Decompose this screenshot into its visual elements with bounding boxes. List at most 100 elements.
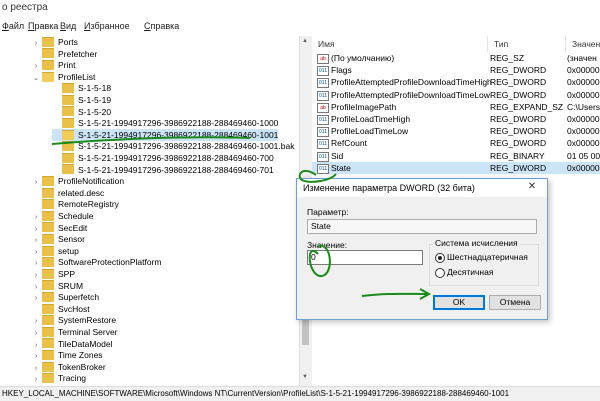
tree-item[interactable]: › setup bbox=[32, 245, 79, 257]
tree-item[interactable]: › Ports bbox=[32, 36, 78, 48]
folder-icon bbox=[42, 268, 54, 279]
tree-item-label: ProfileList bbox=[58, 71, 96, 82]
value-name: (По умолчанию) bbox=[331, 53, 395, 63]
close-icon[interactable]: ✕ bbox=[523, 181, 541, 193]
radio-hexadecimal[interactable] bbox=[435, 253, 445, 263]
value-data-input[interactable]: 0 bbox=[307, 250, 423, 265]
tree-item[interactable]: › SRUM bbox=[32, 280, 83, 292]
column-header-name[interactable]: Имя bbox=[312, 36, 488, 52]
tree-item[interactable]: ⌄ ProfileList bbox=[32, 71, 95, 83]
registry-value-row[interactable]: ab (По умолчанию) REG_SZ (значен bbox=[312, 52, 600, 64]
tree-item[interactable]: S-1-5-21-1994917296-3986922188-288469460… bbox=[52, 140, 294, 152]
tree-item[interactable]: › ProfileNotification bbox=[32, 175, 124, 187]
registry-value-row[interactable]: ab ProfileImagePath REG_EXPAND_SZ C:\Users bbox=[312, 101, 600, 113]
window-titlebar: о реестра bbox=[0, 0, 600, 18]
tree-item[interactable]: S-1-5-21-1994917296-3986922188-288469460… bbox=[52, 128, 279, 141]
tree-item-label: S-1-5-18 bbox=[78, 83, 112, 94]
tree-item[interactable]: S-1-5-21-1994917296-3986922188-288469460… bbox=[52, 117, 278, 129]
value-name: RefCount bbox=[331, 138, 367, 149]
menu-help[interactable]: Справка bbox=[144, 21, 179, 31]
folder-icon bbox=[42, 303, 54, 314]
window-title: о реестра bbox=[2, 2, 48, 13]
tree-item-label: setup bbox=[58, 245, 79, 256]
tree-item[interactable]: › Terminal Server bbox=[32, 326, 118, 338]
tree-item[interactable]: RemoteRegistry bbox=[32, 198, 119, 210]
tree-item[interactable]: S-1-5-21-1994917296-3986922188-288469460… bbox=[52, 152, 274, 164]
folder-icon bbox=[62, 94, 74, 105]
value-data: 0x000000 bbox=[567, 138, 600, 149]
registry-value-row[interactable]: 011RefCount REG_DWORD 0x000000 bbox=[312, 137, 600, 150]
registry-value-row[interactable]: 011 ProfileAttemptedProfileDownloadTimeLo… bbox=[312, 89, 600, 101]
tree-item[interactable]: related.desc bbox=[32, 187, 104, 199]
tree-item[interactable]: › TokenBroker bbox=[32, 361, 106, 373]
menu-edit[interactable]: Правка bbox=[28, 21, 58, 31]
registry-value-row[interactable]: 011ProfileLoadTimeHigh REG_DWORD 0x000000 bbox=[312, 113, 600, 125]
folder-icon bbox=[42, 280, 54, 291]
binary-value-icon: 011 bbox=[317, 151, 329, 162]
tree-expander-icon[interactable]: ⌄ bbox=[32, 73, 40, 85]
tree-item[interactable]: S-1-5-20 bbox=[52, 106, 111, 118]
tree-item[interactable]: › Sensor bbox=[32, 233, 85, 245]
tree-item[interactable]: › SecEdit bbox=[32, 222, 87, 234]
tree-item-label: Prefetcher bbox=[58, 48, 98, 59]
tree-item-label: Tracing bbox=[58, 373, 87, 384]
tree-expander-icon[interactable]: › bbox=[32, 374, 40, 386]
tree-item[interactable]: › TileDataModel bbox=[32, 338, 113, 350]
scroll-up-arrow-icon[interactable]: ▲ bbox=[300, 38, 310, 48]
menu-file[interactable]: Файл bbox=[2, 21, 24, 31]
binary-value-icon: 011 bbox=[317, 127, 329, 138]
registry-value-row[interactable]: 011 ProfileAttemptedProfileDownloadTimeHi… bbox=[312, 76, 600, 89]
tree-item[interactable]: › Tracing bbox=[32, 372, 86, 384]
menu-view[interactable]: Вид bbox=[60, 21, 76, 31]
tree-item[interactable]: › SPP bbox=[32, 268, 75, 280]
value-type: REG_DWORD bbox=[490, 138, 547, 149]
tree-item-label: Terminal Server bbox=[58, 327, 118, 337]
tree-item[interactable]: › Schedule bbox=[32, 210, 93, 222]
value-data: 0x000000 bbox=[567, 77, 600, 88]
cancel-button[interactable]: Отмена bbox=[489, 295, 541, 310]
radio-decimal[interactable] bbox=[435, 268, 445, 278]
tree-item[interactable]: › Print bbox=[32, 59, 75, 71]
folder-icon bbox=[42, 361, 54, 372]
registry-value-row[interactable]: 011Flags REG_DWORD 0x000000 bbox=[312, 64, 600, 77]
status-bar: HKEY_LOCAL_MACHINE\SOFTWARE\Microsoft\Wi… bbox=[0, 386, 600, 401]
tree-item[interactable]: S-1-5-18 bbox=[52, 82, 111, 94]
value-type: REG_DWORD bbox=[490, 126, 547, 137]
tree-item-label: S-1-5-21-1994917296-3986922188-288469460… bbox=[78, 164, 274, 175]
radio-hexadecimal-label[interactable]: Шестнадцатеричная bbox=[447, 252, 528, 262]
column-header-type[interactable]: Тип bbox=[488, 36, 566, 52]
tree-item[interactable]: Prefetcher bbox=[32, 48, 97, 60]
value-name: ProfileImagePath bbox=[331, 101, 397, 112]
tree-item-label: S-1-5-21-1994917296-3986922188-288469460… bbox=[78, 153, 274, 163]
tree-item[interactable]: S-1-5-21-1994917296-3986922188-288469460… bbox=[52, 164, 274, 176]
scroll-down-arrow-icon[interactable]: ▼ bbox=[300, 374, 310, 384]
menu-favorites[interactable]: Избранное bbox=[84, 21, 130, 31]
ok-button[interactable]: OK bbox=[433, 295, 485, 310]
tree-item-label: SvcHost bbox=[58, 303, 90, 314]
value-name: Sid bbox=[331, 150, 344, 161]
registry-value-row[interactable]: 011ProfileLoadTimeLow REG_DWORD 0x000000 bbox=[312, 125, 600, 138]
folder-icon bbox=[62, 117, 74, 128]
radio-decimal-label[interactable]: Десятичная bbox=[447, 267, 493, 277]
value-label: Значение: bbox=[307, 240, 348, 250]
folder-icon bbox=[42, 291, 54, 302]
folder-icon bbox=[42, 315, 54, 326]
tree-item[interactable]: SvcHost bbox=[32, 303, 90, 315]
folder-icon bbox=[42, 36, 54, 47]
tree-item[interactable]: › SoftwareProtectionPlatform bbox=[32, 256, 161, 268]
value-type: REG_BINARY bbox=[490, 150, 545, 161]
registry-value-row[interactable]: 011State REG_DWORD 0x000000 bbox=[312, 161, 600, 174]
registry-value-row[interactable]: 011 Sid REG_BINARY 01 05 00 bbox=[312, 150, 600, 162]
column-header-value[interactable]: Значен bbox=[566, 36, 600, 52]
string-value-icon: ab bbox=[317, 102, 329, 113]
folder-icon bbox=[62, 141, 74, 152]
tree-item[interactable]: › SystemRestore bbox=[32, 314, 116, 326]
value-type: REG_DWORD bbox=[490, 162, 547, 173]
tree-item[interactable]: › Superfetch bbox=[32, 291, 99, 303]
tree-item-label: S-1-5-21-1994917296-3986922188-288469460… bbox=[78, 118, 279, 129]
tree-item-label: Print bbox=[58, 60, 76, 71]
folder-icon bbox=[42, 373, 54, 384]
registry-key-tree[interactable]: › Ports Prefetcher › Print ⌄ ProfileList S-1-5-… bbox=[0, 36, 301, 386]
tree-item[interactable]: S-1-5-19 bbox=[52, 94, 111, 106]
tree-item[interactable]: › Time Zones bbox=[32, 349, 103, 361]
